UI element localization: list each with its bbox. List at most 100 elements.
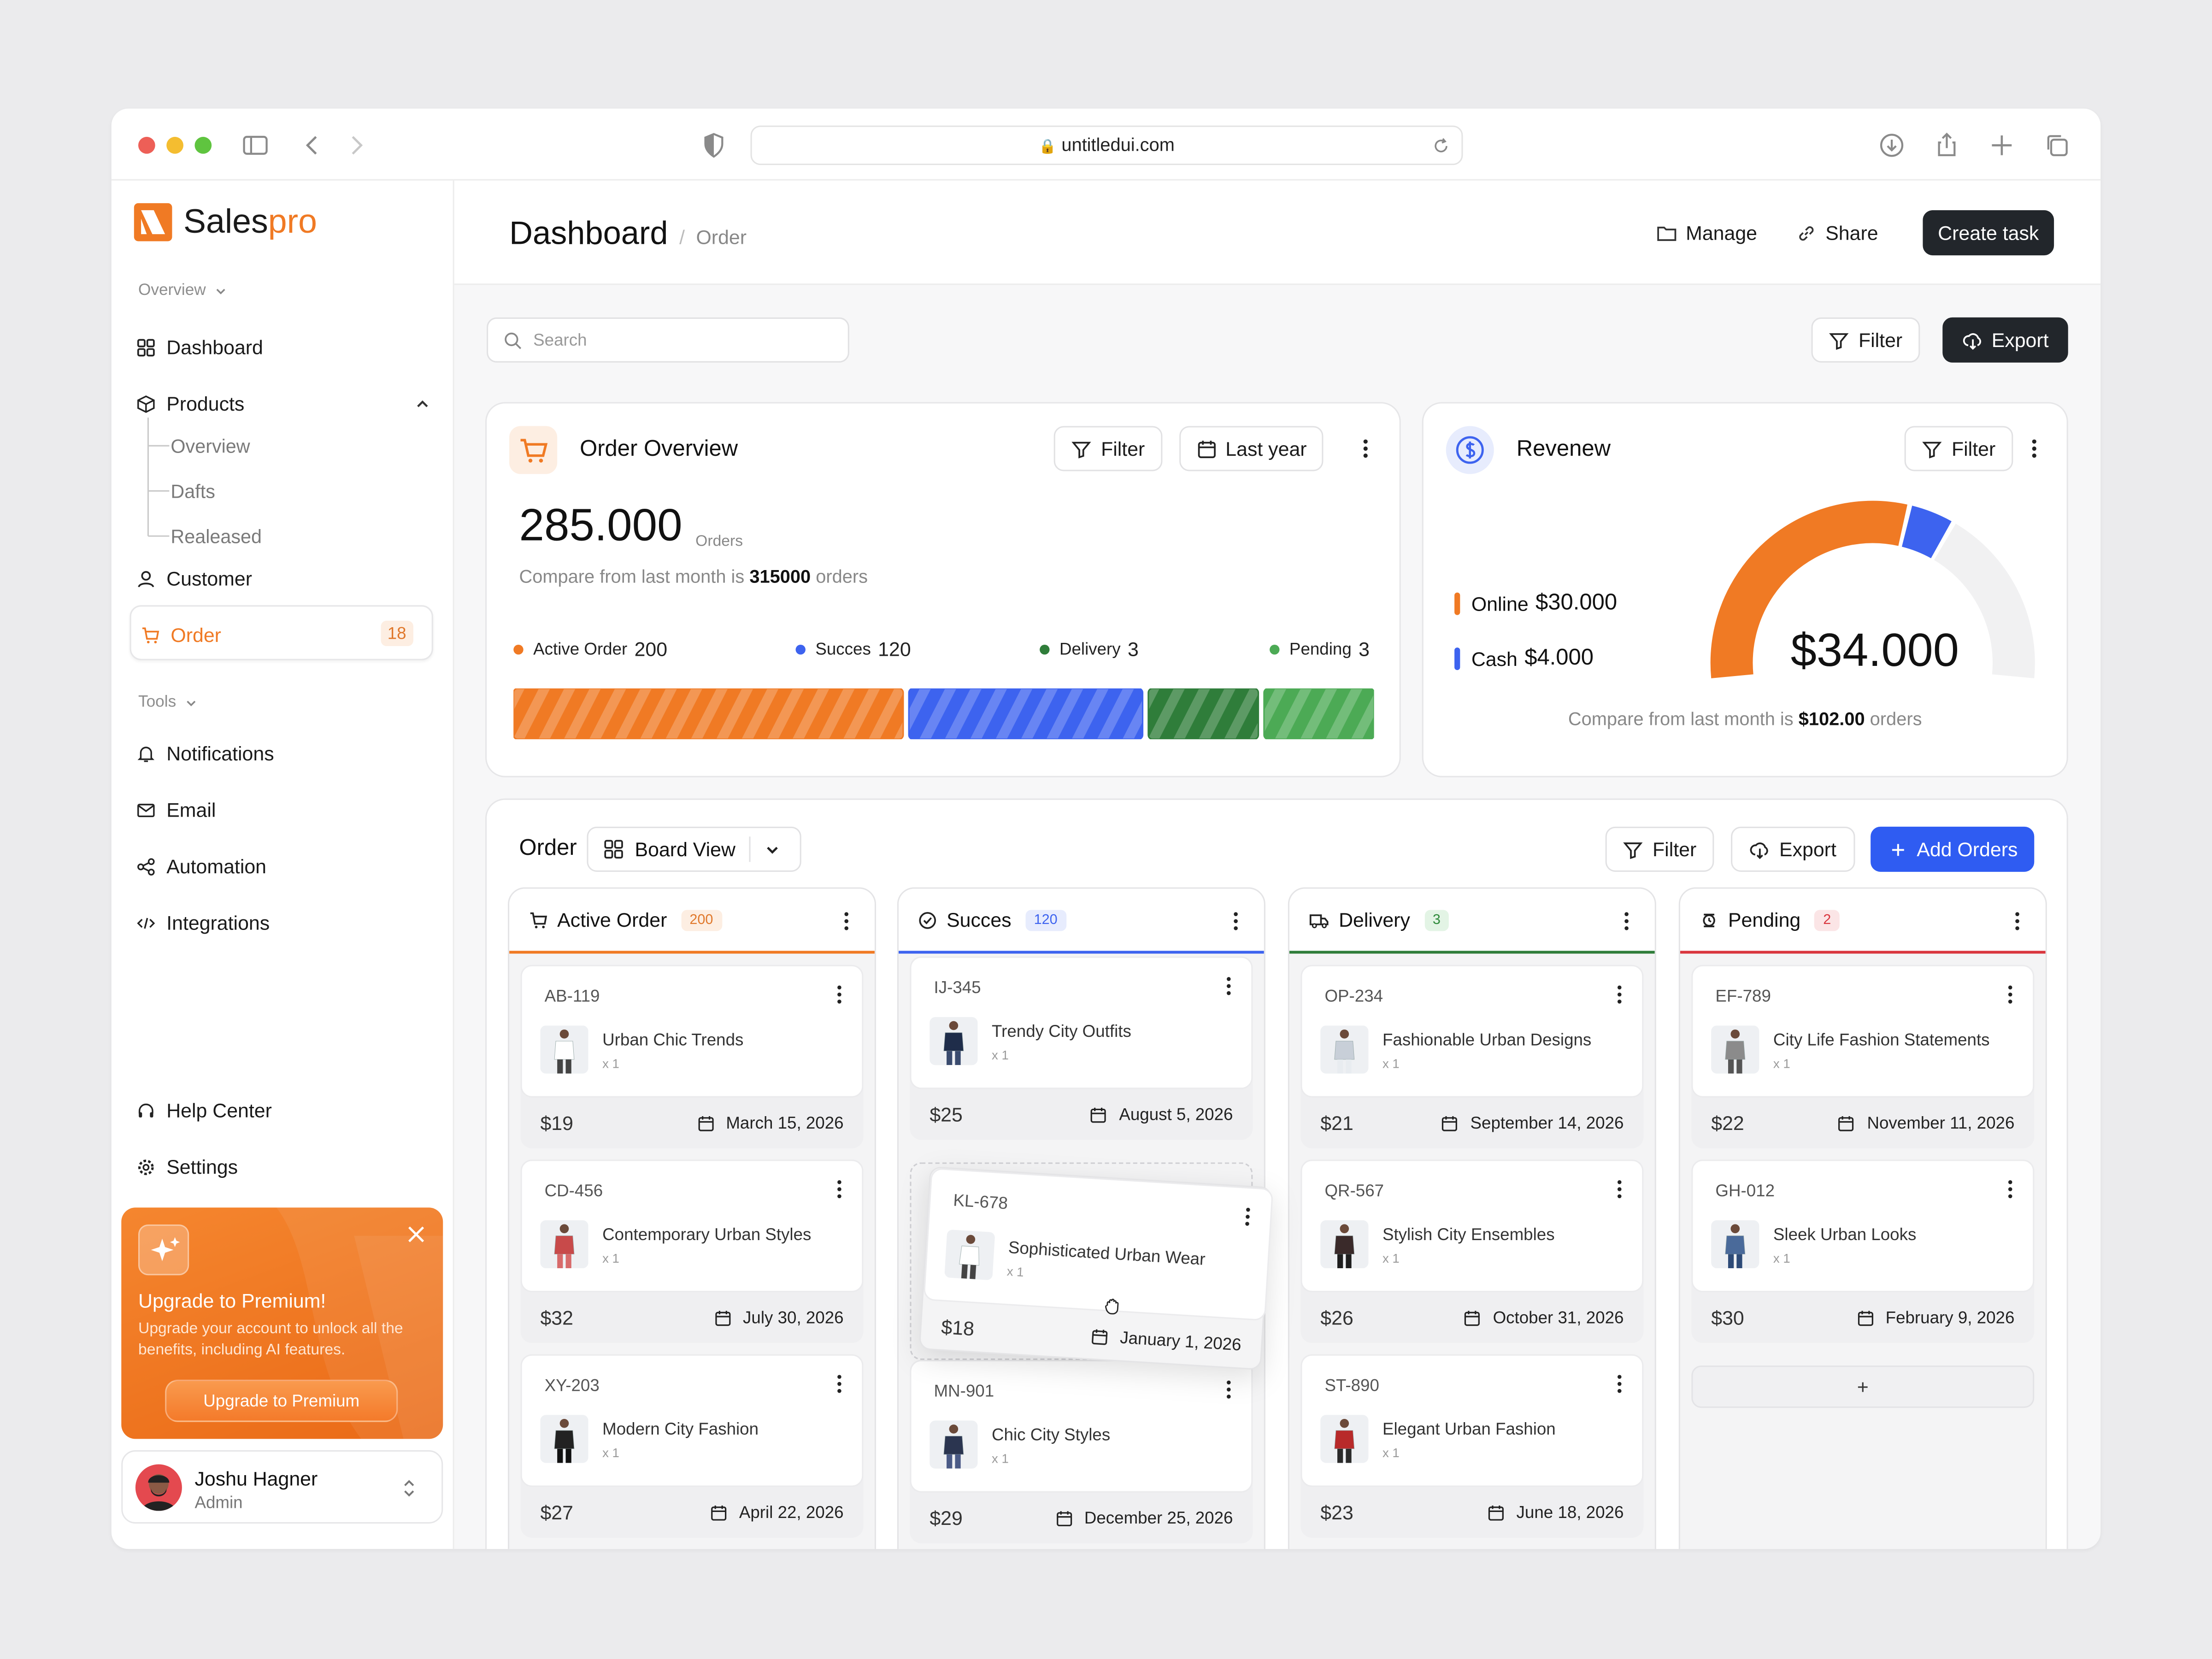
period-select[interactable]: Last year [1179,426,1324,471]
more-vertical-icon[interactable] [2007,1179,2013,1199]
zoom-window-button[interactable] [194,136,212,154]
sidebar-item-customer[interactable]: Customer [137,567,252,590]
chevron-selector-icon [404,1480,414,1497]
more-vertical-icon[interactable] [1226,1380,1231,1400]
tools-section-toggle[interactable]: Tools [138,694,197,711]
more-vertical-icon[interactable] [844,912,849,931]
calendar-icon [1839,1115,1854,1131]
brand-logo[interactable]: Salespro [133,202,317,243]
share-button[interactable]: Share [1796,212,1878,254]
order-card[interactable]: CD-456 Contemporary Urban Styles x 1 $32 Jul… [520,1159,864,1343]
sidebar-item-integrations[interactable]: Integrations [137,912,270,934]
upgrade-premium-button[interactable]: Upgrade to Premium [165,1379,398,1422]
new-tab-icon[interactable] [1988,131,2016,159]
order-card[interactable]: OP-234 Fashionable Urban Designs x 1 $21 Sep… [1300,965,1644,1148]
sidebar-subitem-overview[interactable]: Overview [171,436,250,457]
order-card[interactable]: IJ-345 Trendy City Outfits x 1 $25 August 5,… [910,956,1253,1140]
sidebar-item-notifications[interactable]: Notifications [137,742,274,765]
more-vertical-icon[interactable] [1226,976,1231,996]
legend-label: Active Order [533,639,628,659]
more-vertical-icon[interactable] [1617,985,1622,1005]
order-id: GH-012 [1715,1181,1775,1201]
forward-arrow-icon[interactable] [341,131,370,159]
board-column-delivery: Delivery 3 OP-234 Fashionable Urban Designs… [1288,887,1656,1549]
grab-hand-icon [1105,1299,1119,1315]
order-card[interactable]: QR-567 Stylish City Ensembles x 1 $26 Octobe… [1300,1159,1644,1343]
order-card-body: CD-456 Contemporary Urban Styles x 1 [520,1159,864,1293]
order-card[interactable]: GH-012 Sleek Urban Looks x 1 $30 February 9,… [1691,1159,2035,1343]
sidebar-item-order[interactable]: Order 18 [129,605,433,660]
more-vertical-icon[interactable] [1233,912,1238,931]
order-card[interactable]: MN-901 Chic City Styles x 1 $29 December 25,… [910,1359,1253,1543]
sidebar-item-label: Settings [166,1155,238,1178]
minimize-window-button[interactable] [166,136,183,154]
sidebar-subitem-released[interactable]: Realeased [171,526,262,547]
board-export-button[interactable]: Export [1731,826,1855,872]
back-arrow-icon[interactable] [299,131,327,159]
column-header: Delivery 3 [1289,888,1655,954]
sidebar-item-dashboard[interactable]: Dashboard [137,336,263,359]
more-vertical-icon[interactable] [2014,912,2020,931]
reload-icon[interactable] [1432,137,1450,155]
sidebar-item-products[interactable]: Products [137,392,430,415]
download-icon[interactable] [1877,131,1906,159]
more-vertical-icon[interactable] [2031,439,2037,459]
search-input[interactable]: Search [487,317,849,363]
product-quantity: x 1 [992,1451,1009,1466]
online-label: Online [1471,592,1529,615]
more-vertical-icon[interactable] [2007,985,2013,1005]
manage-button[interactable]: Manage [1656,212,1757,254]
more-vertical-icon[interactable] [836,1374,842,1394]
bar-segment-active-order [513,688,904,740]
privacy-shield-icon[interactable] [700,131,728,159]
user-profile-card[interactable]: Joshu Hagner Admin [121,1450,443,1524]
sidebar-item-settings[interactable]: Settings [137,1155,238,1178]
order-card[interactable]: KL-678 Sophisticated Urban Wear x 1 $18 Janu… [918,1166,1274,1371]
order-card[interactable]: EF-789 City Life Fashion Statements x 1 $22… [1691,965,2035,1148]
legend-label: Pending [1289,639,1352,659]
address-bar[interactable]: 🔒 untitledui.com [750,125,1463,165]
more-vertical-icon[interactable] [1363,439,1368,459]
tabs-overview-icon[interactable] [2043,131,2071,159]
sidebar-subitem-drafts[interactable]: Dafts [171,481,215,502]
filter-label: Filter [1951,437,1996,460]
more-vertical-icon[interactable] [1617,1179,1622,1199]
board-filter-button[interactable]: Filter [1605,826,1714,872]
share-label: Share [1825,221,1878,244]
sidebar-item-help-center[interactable]: Help Center [137,1099,272,1122]
page-header: Dashboard / Order Manage Share Create ta… [454,180,2101,285]
more-vertical-icon[interactable] [1624,912,1629,931]
more-vertical-icon[interactable] [1617,1374,1622,1394]
more-vertical-icon[interactable] [1244,1207,1251,1227]
promo-title: Upgrade to Premium! [138,1289,326,1312]
close-icon[interactable] [408,1226,425,1243]
sidebar-item-automation[interactable]: Automation [137,855,266,877]
add-card-button[interactable]: + [1691,1365,2035,1408]
more-vertical-icon[interactable] [836,1179,842,1199]
order-card[interactable]: XY-203 Modern City Fashion x 1 $27 April 22,… [520,1354,864,1538]
overview-section-toggle[interactable]: Overview [138,282,227,299]
filter-button[interactable]: Filter [1811,317,1920,363]
add-orders-button[interactable]: Add Orders [1871,826,2035,872]
order-card[interactable]: ST-890 Elegant Urban Fashion x 1 $23 June 18… [1300,1354,1644,1538]
product-name: Chic City Styles [992,1424,1111,1445]
board-grid-icon [604,840,623,859]
breadcrumb-current[interactable]: Order [696,226,747,248]
board-view-select[interactable]: Board View [587,826,801,872]
sidebar-item-email[interactable]: Email [137,799,216,821]
lock-icon: 🔒 [1039,140,1057,155]
overview-filter-button[interactable]: Filter [1053,426,1163,471]
export-button[interactable]: Export [1942,317,2068,363]
close-window-button[interactable] [138,136,155,154]
more-vertical-icon[interactable] [836,985,842,1005]
create-task-button[interactable]: Create task [1923,210,2054,256]
order-card[interactable]: AB-119 Urban Chic Trends x 1 $19 March 15, 2… [520,965,864,1148]
gauge-cash [1901,506,1952,559]
order-id: KL-678 [953,1190,1009,1213]
order-date: December 25, 2026 [1055,1508,1233,1528]
filter-icon [1923,441,1942,458]
calendar-icon [1442,1115,1458,1131]
share-browser-icon[interactable] [1933,131,1961,159]
sidebar-toggle-icon[interactable] [241,131,269,159]
revenue-filter-button[interactable]: Filter [1904,426,2013,471]
